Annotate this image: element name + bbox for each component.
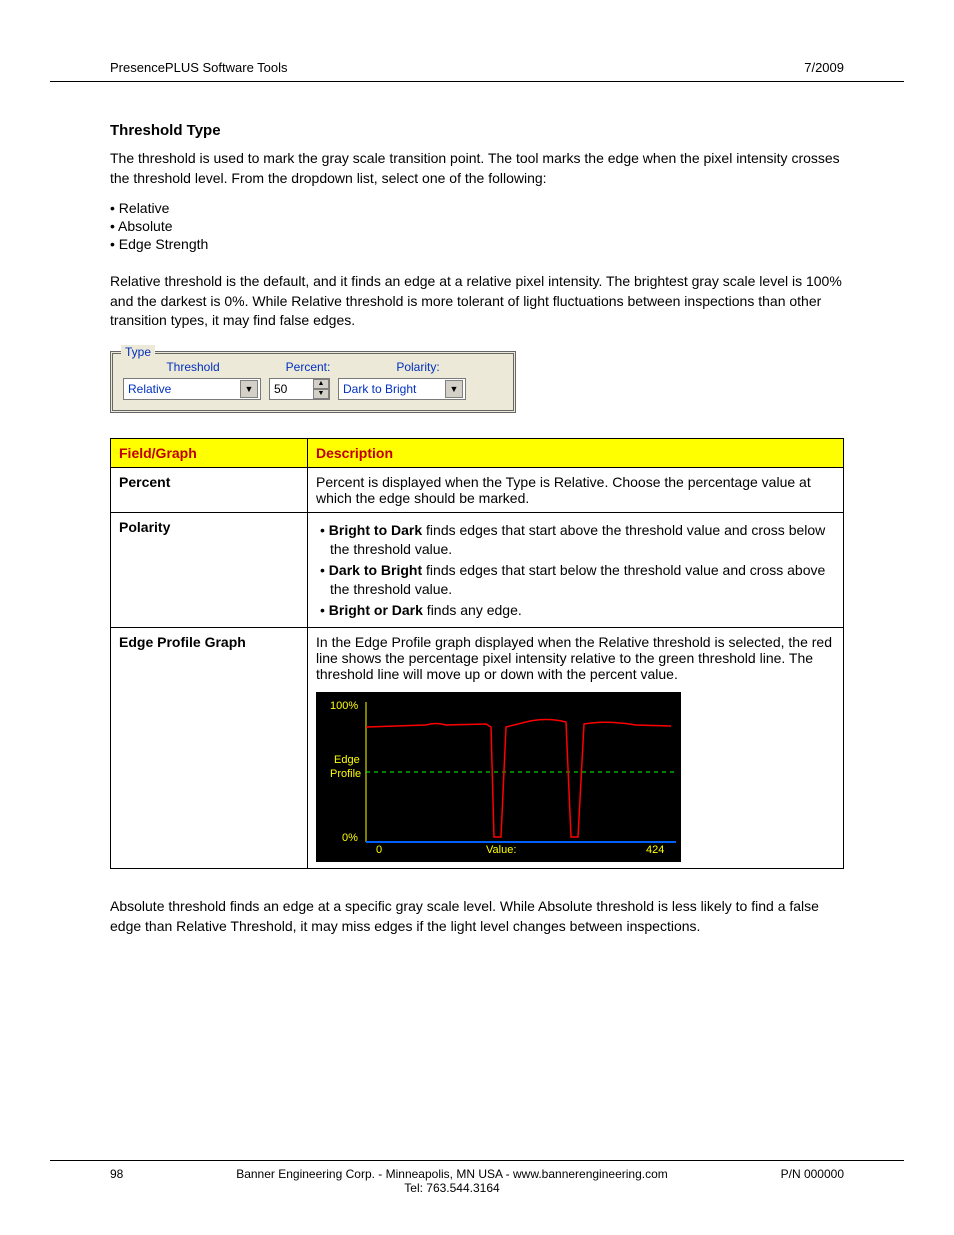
type-panel: Type Threshold Percent: Polarity: Relati… — [110, 351, 516, 413]
type-option-list: Relative Absolute Edge Strength — [110, 200, 844, 252]
header-right: 7/2009 — [804, 60, 844, 75]
page-footer: 98 Banner Engineering Corp. - Minneapoli… — [50, 1160, 904, 1195]
graph-0pct: 0% — [342, 832, 358, 844]
chevron-down-icon[interactable]: ▼ — [445, 380, 463, 398]
graph-xmin: 0 — [376, 844, 382, 856]
percent-value: 50 — [274, 382, 287, 396]
chevron-down-icon[interactable]: ▼ — [240, 380, 258, 398]
graph-profile-label: Profile — [330, 768, 361, 780]
percent-stepper[interactable]: 50 ▲ ▼ — [269, 378, 330, 400]
table-row: Percent Percent is displayed when the Ty… — [111, 467, 844, 512]
header-left: PresencePLUS Software Tools — [110, 60, 288, 75]
list-item: Relative — [110, 200, 844, 216]
field-cell: Edge Profile Graph — [111, 628, 308, 869]
graph-value-label: Value: — [486, 844, 516, 856]
page-number: 98 — [110, 1167, 123, 1181]
desc-cell: Bright to Dark finds edges that start ab… — [308, 512, 844, 627]
footer-line2: Tel: 763.544.3164 — [123, 1181, 780, 1195]
list-item: Dark to Bright finds edges that start be… — [330, 561, 835, 599]
graph-edge-label: Edge — [334, 754, 360, 766]
field-cell: Percent — [111, 467, 308, 512]
footer-line1: Banner Engineering Corp. - Minneapolis, … — [123, 1167, 780, 1181]
th-field: Field/Graph — [111, 438, 308, 467]
polarity-select[interactable]: Dark to Bright ▼ — [338, 378, 466, 400]
threshold-select[interactable]: Relative ▼ — [123, 378, 261, 400]
field-cell: Polarity — [111, 512, 308, 627]
th-desc: Description — [308, 438, 844, 467]
list-item: Absolute — [110, 218, 844, 234]
list-item: Bright to Dark finds edges that start ab… — [330, 521, 835, 559]
page-header: PresencePLUS Software Tools 7/2009 — [50, 60, 904, 82]
spin-down-icon[interactable]: ▼ — [313, 389, 329, 399]
list-item: Bright or Dark finds any edge. — [330, 601, 835, 620]
relative-paragraph: Relative threshold is the default, and i… — [110, 272, 844, 331]
spin-up-icon[interactable]: ▲ — [313, 379, 329, 389]
desc-cell: In the Edge Profile graph displayed when… — [308, 628, 844, 869]
graph-xmax: 424 — [646, 844, 664, 856]
absolute-paragraph: Absolute threshold finds an edge at a sp… — [110, 897, 844, 936]
edge-profile-text: In the Edge Profile graph displayed when… — [316, 634, 835, 682]
intro-paragraph: The threshold is used to mark the gray s… — [110, 149, 844, 188]
desc-cell: Percent is displayed when the Type is Re… — [308, 467, 844, 512]
label-percent: Percent: — [263, 360, 353, 374]
label-polarity: Polarity: — [353, 360, 483, 374]
graph-100pct: 100% — [330, 700, 358, 712]
panel-legend: Type — [121, 345, 155, 359]
description-table: Field/Graph Description Percent Percent … — [110, 438, 844, 869]
section-title: Threshold Type — [110, 122, 844, 139]
table-row: Polarity Bright to Dark finds edges that… — [111, 512, 844, 627]
label-threshold: Threshold — [123, 360, 263, 374]
footer-pn: P/N 000000 — [781, 1167, 844, 1181]
table-row: Edge Profile Graph In the Edge Profile g… — [111, 628, 844, 869]
edge-profile-graph: 100% Edge Profile 0% 0 Value: 424 — [316, 692, 681, 862]
threshold-value: Relative — [128, 382, 171, 396]
list-item: Edge Strength — [110, 236, 844, 252]
polarity-value: Dark to Bright — [343, 382, 416, 396]
